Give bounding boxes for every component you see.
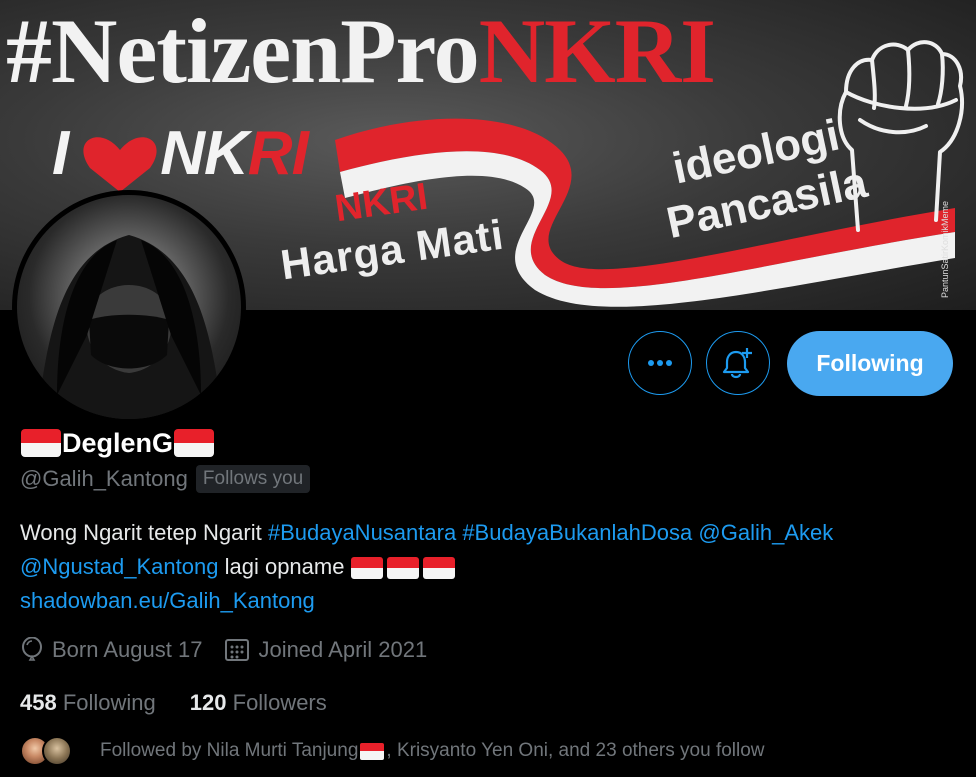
follows-you-badge: Follows you [195, 465, 311, 493]
hashtag-link[interactable]: #BudayaNusantara [268, 520, 456, 545]
indonesia-flag-icon [350, 557, 383, 580]
following-count: 458 [20, 690, 57, 715]
bio-text: Wong Ngarit tetep Ngarit [20, 520, 268, 545]
banner-love-prefix: I [52, 119, 69, 188]
indonesia-flag-icon [21, 429, 61, 457]
display-name: DeglenG [62, 427, 174, 458]
avatar [42, 736, 72, 766]
profile-avatar[interactable] [12, 190, 246, 424]
following-button[interactable]: Following [787, 331, 953, 396]
banner-love-red: RI [247, 119, 309, 188]
more-dots-icon [648, 360, 672, 366]
balloon-icon [22, 637, 42, 661]
calendar-icon [225, 639, 250, 661]
display-name-row: DeglenG [20, 426, 215, 460]
indonesia-flag-icon [386, 557, 419, 580]
avatar-silhouette [37, 235, 223, 419]
birthday-item: Born August 17 [20, 637, 202, 663]
more-options-button[interactable] [628, 331, 692, 395]
followed-by-row[interactable]: Followed by Nila Murti Tanjung , Krisyan… [20, 736, 765, 766]
notifications-button[interactable] [706, 331, 770, 395]
follow-stats: 458 Following 120 Followers [20, 686, 361, 720]
followed-by-avatars [20, 736, 80, 766]
profile-handle: @Galih_Kantong [20, 466, 188, 491]
profile-meta: Born August 17 Joined April 2021 [20, 633, 449, 667]
following-count-link[interactable]: 458 Following [20, 690, 156, 716]
banner-hashtag-accent: NKRI [478, 0, 716, 102]
joined-item: Joined April 2021 [224, 637, 427, 663]
avatar-photo [17, 195, 241, 419]
followers-count: 120 [189, 690, 227, 715]
bell-plus-icon [722, 348, 752, 379]
followers-label: Followers [232, 690, 327, 715]
indonesia-flag-icon [174, 429, 215, 457]
hashtag-link[interactable]: #BudayaBukanlahDosa [462, 520, 692, 545]
handle-row: @Galih_Kantong Follows you [20, 464, 311, 494]
banner-credit: PantunSatirKomikMeme [940, 200, 950, 298]
bio-text: lagi opname [218, 554, 351, 579]
banner-hashtag: #NetizenProNKRI [6, 0, 716, 104]
born-date: Born August 17 [52, 637, 203, 662]
followers-count-link[interactable]: 120 Followers [190, 690, 327, 716]
indonesia-flag-icon [360, 742, 385, 760]
banner-i-love-nkri: I NKRI [52, 118, 309, 189]
banner-love-white: NK [160, 119, 249, 188]
following-label: Following [62, 690, 156, 715]
mention-link[interactable]: @Ngustad_Kantong [20, 554, 218, 579]
followed-by-text: Followed by Nila Murti Tanjung [100, 740, 359, 761]
followed-by-text-rest: , Krisyanto Yen Oni, and 23 others you f… [386, 740, 765, 761]
profile-url-link[interactable]: shadowban.eu/Galih_Kantong [20, 588, 315, 613]
indonesia-flag-icon [422, 557, 455, 580]
profile-bio: Wong Ngarit tetep Ngarit #BudayaNusantar… [20, 516, 960, 618]
banner-hashtag-main: #NetizenPro [6, 0, 480, 102]
mention-link[interactable]: @Galih_Akek [698, 520, 833, 545]
joined-date: Joined April 2021 [258, 637, 428, 662]
